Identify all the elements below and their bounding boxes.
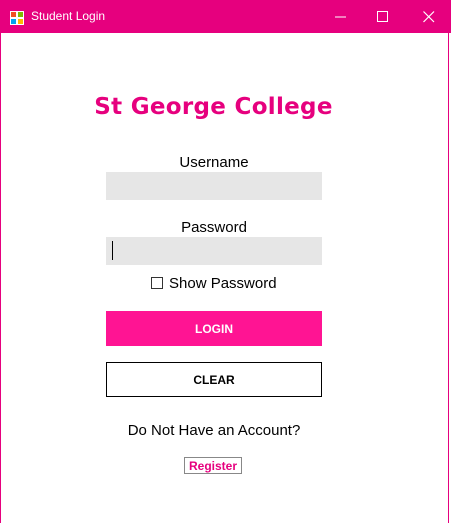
clear-button[interactable]: CLEAR — [106, 362, 322, 397]
password-label: Password — [181, 219, 247, 236]
register-link[interactable]: Register — [184, 457, 242, 474]
text-caret — [112, 241, 113, 260]
show-password-label: Show Password — [169, 275, 277, 292]
app-icon — [10, 10, 24, 25]
title-bar[interactable]: Student Login — [1, 0, 451, 33]
password-field[interactable] — [106, 237, 322, 265]
username-field[interactable] — [106, 172, 322, 200]
maximize-icon — [377, 11, 388, 22]
close-button[interactable] — [406, 0, 451, 33]
minimize-button[interactable] — [318, 0, 364, 33]
show-password-checkbox[interactable] — [151, 277, 163, 289]
login-button[interactable]: LOGIN — [106, 311, 322, 346]
register-link-label: Register — [188, 458, 238, 473]
clear-button-label: CLEAR — [193, 372, 235, 387]
login-button-label: LOGIN — [195, 321, 233, 336]
maximize-button[interactable] — [360, 0, 406, 33]
login-window: Student Login St George College Username… — [0, 0, 451, 523]
college-heading: St George College — [94, 94, 333, 120]
no-account-text: Do Not Have an Account? — [127, 422, 301, 439]
minimize-icon — [335, 16, 346, 18]
close-icon — [423, 11, 435, 23]
window-title: Student Login — [31, 9, 106, 23]
username-label: Username — [179, 154, 249, 171]
